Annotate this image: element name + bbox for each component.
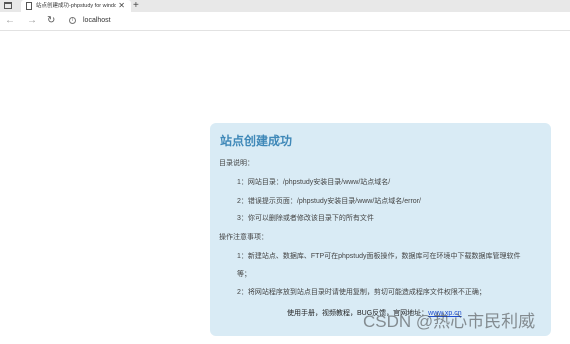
page-icon — [26, 2, 32, 10]
directory-item: 3：你可以删除或者修改该目录下的所有文件 — [237, 215, 374, 222]
address-bar[interactable]: localhost — [83, 16, 111, 26]
directory-item: 2：错误提示页面：/phpstudy安装目录/www/站点域名/error/ — [237, 198, 421, 205]
directory-item: 1：网站目录：/phpstudy安装目录/www/站点域名/ — [237, 179, 391, 186]
new-tab-button[interactable]: + — [133, 0, 139, 11]
directory-heading: 目录说明： — [219, 160, 254, 167]
page-title: 站点创建成功 — [220, 134, 293, 148]
browser-toolbar: ← → ↻ i localhost — [0, 12, 570, 31]
success-card: 站点创建成功 目录说明： 1：网站目录：/phpstudy安装目录/www/站点… — [210, 123, 551, 336]
note-item-continued: 等； — [237, 271, 251, 278]
csdn-watermark: CSDN @热心市民利威 — [363, 312, 536, 331]
tab-close-icon[interactable]: ✕ — [118, 1, 125, 11]
notes-heading: 操作注意事项： — [219, 234, 268, 241]
note-item: 2：将网站程序放到站点目录时请使用复制，剪切可能造成程序文件权限不正确； — [237, 289, 486, 296]
site-info-icon[interactable]: i — [69, 17, 76, 24]
tab-title: 站点创建成功-phpstudy for windows — [36, 3, 116, 9]
back-button[interactable]: ← — [5, 14, 15, 27]
note-item: 1：新建站点、数据库、FTP可在phpstudy面板操作，数据库可在环境中下载数… — [237, 253, 521, 260]
tab-strip: 站点创建成功-phpstudy for windows ✕ + — [0, 0, 570, 12]
window-menu-icon[interactable] — [4, 2, 12, 9]
browser-tab[interactable]: 站点创建成功-phpstudy for windows ✕ — [21, 0, 131, 12]
forward-button[interactable]: → — [27, 14, 37, 27]
reload-button[interactable]: ↻ — [47, 14, 55, 27]
